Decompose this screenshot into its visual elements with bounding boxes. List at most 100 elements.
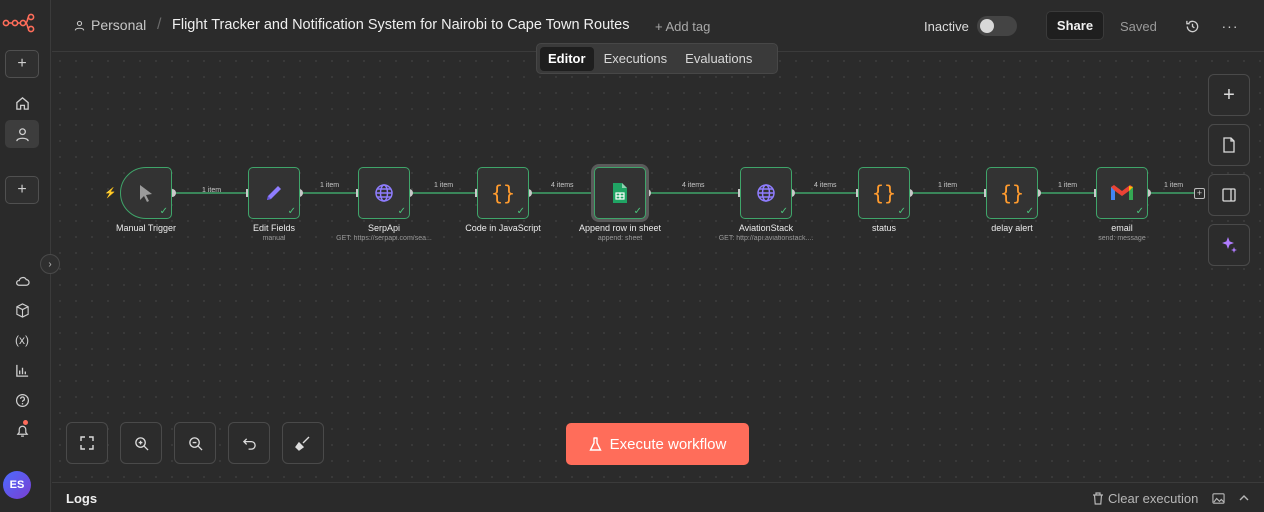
- node-label: email: [1111, 223, 1133, 233]
- sticky-note-button[interactable]: [1208, 124, 1250, 166]
- share-button[interactable]: Share: [1046, 11, 1104, 40]
- node-append-row-sheet[interactable]: ✓: [594, 167, 646, 219]
- logs-title: Logs: [66, 491, 98, 506]
- sidebar-item-personal[interactable]: [5, 120, 39, 148]
- success-check-icon: ✓: [159, 206, 168, 217]
- sidebar-item-templates[interactable]: [5, 296, 39, 324]
- zoom-out-button[interactable]: [174, 422, 216, 464]
- bar-chart-icon: [15, 364, 28, 377]
- user-icon: [15, 127, 29, 141]
- home-icon: [15, 96, 29, 110]
- execute-workflow-label: Execute workflow: [609, 435, 727, 453]
- logs-expand-button[interactable]: [1234, 488, 1254, 508]
- edge-item-count: 1 item: [434, 182, 454, 189]
- success-check-icon: ✓: [287, 206, 296, 217]
- tab-evaluations[interactable]: Evaluations: [677, 47, 760, 71]
- add-node-button[interactable]: +: [1208, 74, 1250, 116]
- node-subtitle: send: message: [1098, 235, 1146, 242]
- activate-toggle[interactable]: [977, 16, 1017, 36]
- braces-icon: {}: [871, 181, 897, 205]
- workflow-title[interactable]: Flight Tracker and Notification System f…: [172, 17, 630, 33]
- sidebar-item-variables[interactable]: (x): [5, 326, 39, 354]
- toggle-panel-button[interactable]: [1208, 174, 1250, 216]
- fit-view-icon: [80, 436, 94, 450]
- success-check-icon: ✓: [397, 206, 406, 217]
- plus-icon: +: [1223, 83, 1235, 106]
- create-button[interactable]: +: [5, 176, 39, 204]
- more-horizontal-icon: ···: [1221, 18, 1239, 34]
- clear-execution-label: Clear execution: [1108, 491, 1199, 506]
- sidebar-item-home[interactable]: [5, 89, 39, 117]
- node-serpapi[interactable]: ✓: [358, 167, 410, 219]
- success-check-icon: ✓: [633, 206, 642, 217]
- node-label: Append row in sheet: [578, 223, 662, 233]
- edge-item-count: 1 item: [1164, 182, 1184, 189]
- help-icon: [15, 393, 29, 407]
- node-delay-alert[interactable]: {} ✓: [986, 167, 1038, 219]
- node-code-javascript[interactable]: {} ✓: [477, 167, 529, 219]
- edge-item-count: 4 items: [814, 182, 837, 189]
- success-check-icon: ✓: [779, 206, 788, 217]
- breadcrumb[interactable]: Personal: [74, 17, 146, 33]
- node-label: Edit Fields: [252, 223, 296, 233]
- edge-item-count: 1 item: [320, 182, 340, 189]
- google-sheets-icon: [613, 183, 627, 203]
- braces-icon: {}: [490, 181, 516, 205]
- node-label: AviationStack: [738, 223, 794, 233]
- cloud-icon: [15, 276, 30, 286]
- tab-executions[interactable]: Executions: [596, 47, 676, 71]
- plus-icon: +: [17, 55, 27, 72]
- add-next-node-button[interactable]: +: [1194, 188, 1205, 199]
- more-options-button[interactable]: ···: [1220, 16, 1240, 36]
- sidebar-item-insights[interactable]: [5, 356, 39, 384]
- execute-workflow-button[interactable]: Execute workflow: [566, 423, 749, 465]
- globe-icon: [757, 184, 775, 202]
- project-name: Personal: [91, 17, 147, 33]
- sidebar-item-cloud[interactable]: [5, 267, 39, 295]
- sidebar-collapse-button[interactable]: ›: [40, 254, 60, 274]
- node-subtitle: GET: https://serpapi.com/sea...: [336, 235, 432, 242]
- avatar[interactable]: ES: [3, 471, 31, 499]
- history-icon: [1185, 20, 1198, 32]
- chevron-right-icon: ›: [48, 258, 52, 270]
- variables-icon: (x): [15, 333, 29, 347]
- workflow-canvas[interactable]: ⚡ 1 item 1 item 1 item 4 items 4 items 4…: [52, 53, 1264, 481]
- success-check-icon: ✓: [1025, 206, 1034, 217]
- n8n-logo[interactable]: [2, 12, 36, 34]
- node-email[interactable]: ✓: [1096, 167, 1148, 219]
- globe-icon: [375, 184, 393, 202]
- cursor-icon: [140, 185, 152, 202]
- node-label: status: [871, 223, 896, 233]
- pencil-icon: [267, 186, 281, 200]
- clear-execution-button[interactable]: Clear execution: [1092, 491, 1198, 506]
- node-status[interactable]: {} ✓: [858, 167, 910, 219]
- logs-panel[interactable]: Logs Clear execution: [52, 482, 1264, 512]
- node-subtitle: append: sheet: [597, 235, 643, 242]
- edge-item-count: 4 items: [551, 182, 574, 189]
- gmail-icon: [1111, 185, 1133, 200]
- node-aviationstack[interactable]: ✓: [740, 167, 792, 219]
- node-subtitle: GET: http://api.aviationstack....: [718, 235, 814, 242]
- box-icon: [15, 302, 29, 318]
- logs-popout-button[interactable]: [1208, 488, 1228, 508]
- trigger-bolt-icon: ⚡: [104, 188, 117, 199]
- node-edit-fields[interactable]: ✓: [248, 167, 300, 219]
- undo-button[interactable]: [228, 422, 270, 464]
- history-button[interactable]: [1182, 16, 1202, 36]
- tidy-up-button[interactable]: [282, 422, 324, 464]
- ai-assistant-button[interactable]: [1208, 224, 1250, 266]
- broom-icon: [295, 436, 310, 451]
- node-manual-trigger[interactable]: ✓: [120, 167, 172, 219]
- add-tag-button[interactable]: + Add tag: [655, 19, 710, 34]
- node-subtitle: manual: [262, 235, 286, 242]
- sidebar-item-notifications[interactable]: [5, 416, 39, 444]
- add-button[interactable]: +: [5, 50, 39, 78]
- zoom-in-button[interactable]: [120, 422, 162, 464]
- node-label: Manual Trigger: [115, 223, 177, 233]
- tab-editor[interactable]: Editor: [540, 46, 594, 71]
- sidebar-item-help[interactable]: [5, 386, 39, 414]
- fit-view-button[interactable]: [66, 422, 108, 464]
- undo-icon: [242, 437, 256, 450]
- edge-item-count: 1 item: [1058, 182, 1078, 189]
- zoom-in-icon: [134, 436, 149, 451]
